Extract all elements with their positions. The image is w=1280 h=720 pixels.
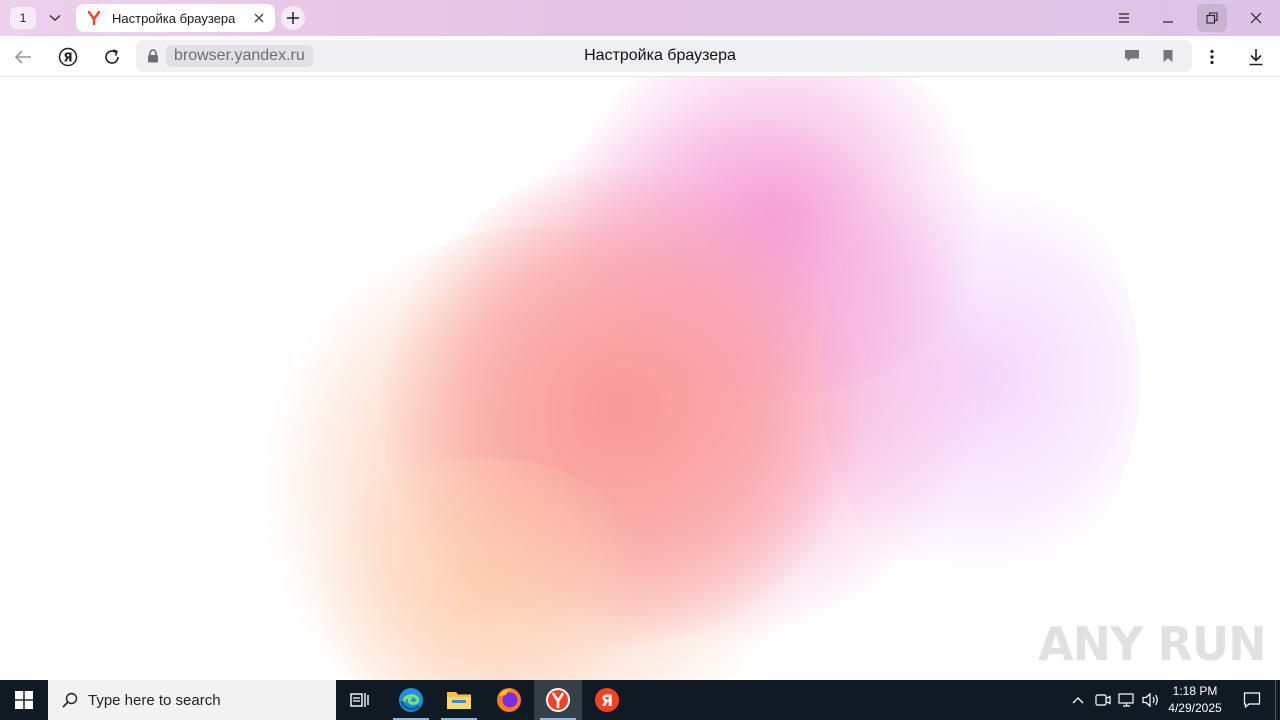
svg-text:Я: Я xyxy=(601,691,613,710)
more-button[interactable] xyxy=(1199,44,1225,70)
yandex-y-icon xyxy=(86,10,102,26)
tab-counter-button[interactable]: 1 xyxy=(10,7,36,29)
chevron-down-icon xyxy=(49,14,61,21)
anyrun-watermark: ANY RUN xyxy=(1038,609,1267,679)
restore-button[interactable] xyxy=(1197,4,1227,32)
windows-logo-icon xyxy=(15,691,33,709)
chevron-up-icon xyxy=(1072,697,1084,704)
browser-toolbar: Я browser.yandex.ru Настройка браузера xyxy=(0,36,1280,77)
taskbar-yandex[interactable]: Я xyxy=(583,680,631,720)
tab-title: Настройка браузера xyxy=(112,10,236,26)
download-icon xyxy=(1249,49,1263,66)
svg-text:Я: Я xyxy=(63,51,72,65)
task-view-button[interactable] xyxy=(336,680,384,720)
watermark-text: ANY RUN xyxy=(1038,617,1267,671)
address-bar[interactable]: browser.yandex.ru Настройка браузера xyxy=(136,40,1192,72)
title-bar: 1 Настройка браузера xyxy=(0,0,1280,36)
speaker-icon xyxy=(1142,692,1158,708)
windows-taskbar: Type here to search Я 1:18 PM 4/29/2025 xyxy=(0,680,1280,720)
firefox-icon xyxy=(497,688,521,712)
taskbar-file-explorer[interactable] xyxy=(435,680,483,720)
comment-icon[interactable] xyxy=(1122,46,1142,66)
clock-time: 1:18 PM xyxy=(1172,684,1218,698)
back-button[interactable] xyxy=(10,44,36,70)
task-view-icon xyxy=(350,693,369,707)
show-hidden-icons-button[interactable] xyxy=(1068,680,1088,720)
taskbar-search-box[interactable]: Type here to search xyxy=(48,680,336,720)
network-icon xyxy=(1118,693,1134,707)
reload-button[interactable] xyxy=(99,44,125,70)
menu-icon xyxy=(1119,13,1129,23)
minimize-icon xyxy=(1163,21,1173,23)
more-icon xyxy=(1210,49,1214,65)
restore-icon xyxy=(1206,12,1218,24)
tab-close-icon[interactable] xyxy=(251,10,267,26)
back-icon xyxy=(14,50,31,64)
close-icon xyxy=(1250,12,1262,24)
yandex-browser-icon xyxy=(546,688,570,712)
taskbar-clock[interactable]: 1:18 PM 4/29/2025 xyxy=(1160,680,1230,720)
page-content: ANY RUN xyxy=(0,77,1280,680)
taskbar-yandex-browser[interactable] xyxy=(534,680,582,720)
minimize-button[interactable] xyxy=(1153,4,1183,32)
reload-icon xyxy=(105,49,119,64)
new-tab-button[interactable] xyxy=(281,6,305,30)
search-placeholder: Type here to search xyxy=(88,691,221,709)
edge-icon xyxy=(399,688,423,712)
bookmark-icon[interactable] xyxy=(1158,46,1178,66)
action-center-button[interactable] xyxy=(1232,680,1272,720)
show-desktop-button[interactable] xyxy=(1275,680,1276,720)
address-domain[interactable]: browser.yandex.ru xyxy=(166,45,313,67)
notification-icon xyxy=(1243,692,1261,709)
file-explorer-icon xyxy=(447,692,471,709)
yandex-icon: Я xyxy=(58,47,78,67)
start-button[interactable] xyxy=(0,680,48,720)
yandex-home-button[interactable]: Я xyxy=(55,44,81,70)
plus-icon xyxy=(287,12,299,24)
lock-icon[interactable] xyxy=(143,46,163,66)
clock-date: 4/29/2025 xyxy=(1168,701,1222,715)
browser-menu-button[interactable] xyxy=(1109,4,1139,32)
camera-icon xyxy=(1095,694,1111,706)
network-tray[interactable] xyxy=(1116,680,1138,720)
yandex-icon: Я xyxy=(595,688,619,712)
meet-now-tray[interactable] xyxy=(1093,680,1113,720)
taskbar-firefox[interactable] xyxy=(485,680,533,720)
volume-tray[interactable] xyxy=(1140,680,1162,720)
downloads-button[interactable] xyxy=(1243,44,1269,70)
close-window-button[interactable] xyxy=(1241,4,1271,32)
browser-tab[interactable]: Настройка браузера xyxy=(76,4,275,32)
taskbar-edge[interactable] xyxy=(387,680,435,720)
tab-list-button[interactable] xyxy=(42,7,68,29)
search-icon xyxy=(60,690,80,710)
